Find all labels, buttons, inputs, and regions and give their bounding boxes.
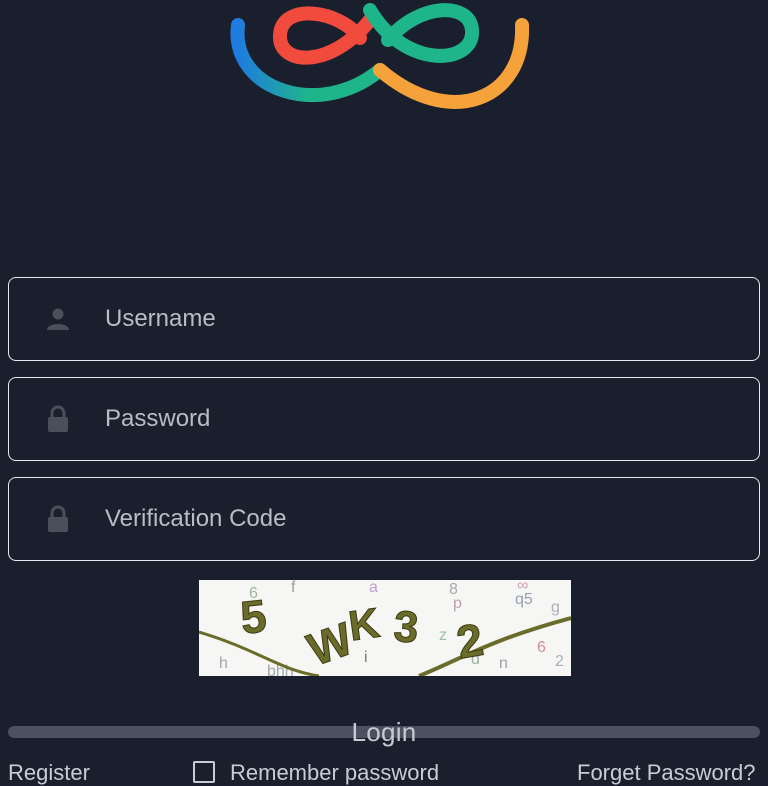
- svg-text:h: h: [219, 655, 228, 672]
- remember-password-label[interactable]: Remember password: [230, 760, 439, 786]
- password-field[interactable]: Password: [8, 377, 760, 461]
- bottom-links: Register Remember password Forget Passwo…: [0, 756, 768, 785]
- login-button-label[interactable]: Login: [0, 717, 768, 748]
- svg-text:g: g: [551, 599, 560, 616]
- remember-password-checkbox[interactable]: [193, 761, 215, 783]
- svg-text:5: 5: [238, 589, 269, 643]
- captcha-image[interactable]: 6 f a 8 p ∞ q5 g h bhh i z d n 6 2 5 W K…: [199, 580, 571, 676]
- svg-text:6: 6: [537, 639, 546, 656]
- svg-text:z: z: [439, 627, 447, 644]
- lock-icon: [45, 505, 71, 532]
- svg-text:p: p: [453, 595, 462, 612]
- forgot-password-link[interactable]: Forget Password?: [577, 760, 756, 786]
- svg-text:f: f: [291, 580, 296, 596]
- verification-code-field[interactable]: Verification Code: [8, 477, 760, 561]
- password-placeholder: Password: [105, 405, 211, 432]
- register-link[interactable]: Register: [8, 760, 90, 786]
- verification-code-placeholder: Verification Code: [105, 505, 287, 532]
- svg-text:2: 2: [555, 653, 564, 670]
- username-field[interactable]: Username: [8, 277, 760, 361]
- user-icon: [45, 306, 71, 332]
- infinity-logo-icon: [230, 3, 530, 109]
- svg-text:q5: q5: [515, 591, 533, 608]
- svg-text:i: i: [364, 649, 368, 666]
- svg-text:a: a: [369, 580, 378, 596]
- username-placeholder: Username: [105, 305, 216, 332]
- svg-text:K: K: [346, 599, 383, 650]
- svg-text:3: 3: [392, 602, 420, 653]
- lock-icon: [45, 405, 71, 432]
- svg-text:n: n: [499, 655, 508, 672]
